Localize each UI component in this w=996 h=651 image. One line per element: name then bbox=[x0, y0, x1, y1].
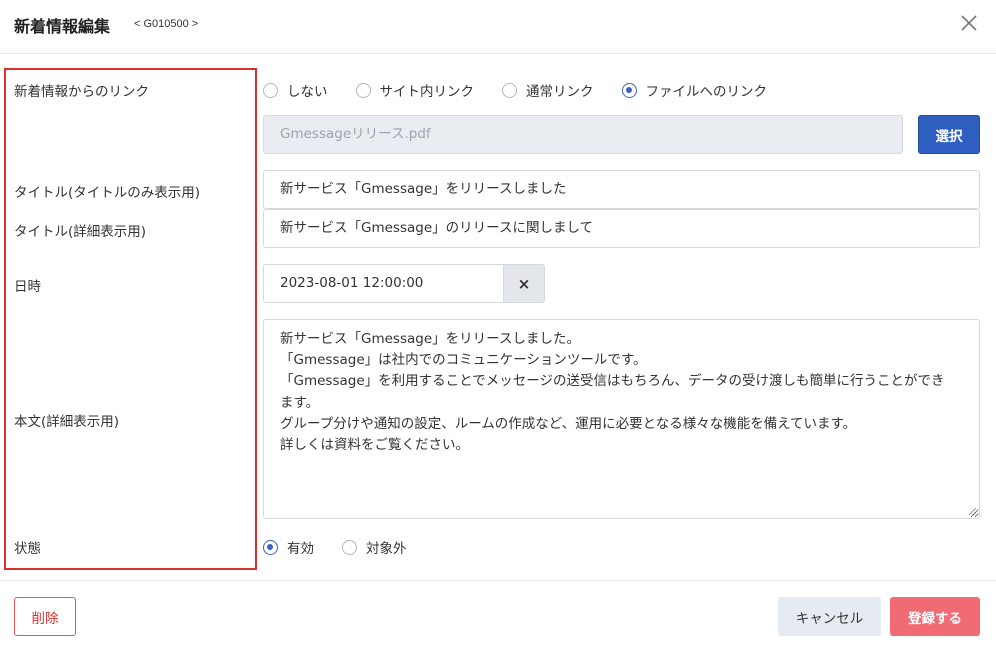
title-only-input[interactable]: 新サービス「Gmessage」をリリースしました bbox=[263, 170, 980, 209]
delete-button[interactable]: 削除 bbox=[14, 597, 76, 636]
body-line: ます。 bbox=[280, 394, 320, 411]
footer-divider bbox=[0, 580, 996, 581]
body-line: グループ分けや通知の設定、ルームの作成など、運用に必要となる様々な機能を備えてい… bbox=[280, 415, 857, 432]
radio-label: サイト内リンク bbox=[379, 84, 475, 100]
radio-label: 通常リンク bbox=[526, 84, 594, 100]
radio-circle bbox=[502, 82, 517, 98]
cancel-button[interactable]: キャンセル bbox=[778, 597, 881, 636]
close-icon[interactable] bbox=[956, 10, 982, 36]
link-option-none[interactable]: しない bbox=[263, 80, 328, 100]
body-line: 「Gmessage」を利用することでメッセージの送受信はもちろん、データの受け渡… bbox=[280, 373, 945, 390]
body-label: 本文(詳細表示用) bbox=[14, 414, 120, 430]
status-option-active[interactable]: 有効 bbox=[263, 537, 314, 557]
screen-code: < G010500 > bbox=[134, 18, 199, 30]
body-line: 詳しくは資料をご覧ください。 bbox=[280, 437, 469, 454]
link-option-file[interactable]: ファイルへのリンク bbox=[621, 80, 768, 100]
datetime-label: 日時 bbox=[14, 279, 41, 295]
datetime-clear-button[interactable]: × bbox=[503, 264, 545, 303]
title-only-label: タイトル(タイトルのみ表示用) bbox=[14, 185, 201, 201]
radio-label: ファイルへのリンク bbox=[645, 84, 768, 100]
radio-label: 対象外 bbox=[366, 541, 407, 557]
status-radio-group: 有効 対象外 bbox=[263, 537, 435, 557]
radio-circle-selected bbox=[263, 539, 278, 555]
link-option-internal[interactable]: サイト内リンク bbox=[355, 80, 475, 100]
dialog-title: 新着情報編集 bbox=[14, 17, 111, 36]
link-type-label: 新着情報からのリンク bbox=[14, 84, 149, 100]
body-textarea[interactable]: 新サービス「Gmessage」をリリースしました。 「Gmessage」は社内で… bbox=[263, 319, 980, 519]
radio-circle-selected bbox=[621, 82, 637, 98]
status-label: 状態 bbox=[14, 541, 41, 557]
link-option-normal[interactable]: 通常リンク bbox=[502, 80, 594, 100]
radio-circle bbox=[263, 82, 278, 98]
link-type-radio-group: しない サイト内リンク 通常リンク ファイルへのリンク bbox=[263, 80, 795, 100]
file-select-button[interactable]: 選択 bbox=[918, 115, 980, 154]
body-line: 新サービス「Gmessage」をリリースしました。 bbox=[280, 331, 580, 347]
close-icon-glyph bbox=[961, 15, 977, 31]
file-name-field: Gmessageリリース.pdf bbox=[263, 115, 903, 154]
dialog-header: 新着情報編集 < G010500 > bbox=[0, 0, 996, 54]
status-option-excluded[interactable]: 対象外 bbox=[342, 537, 407, 557]
title-detail-input[interactable]: 新サービス「Gmessage」のリリースに関しまして bbox=[263, 209, 980, 248]
datetime-input[interactable]: 2023-08-01 12:00:00 bbox=[263, 264, 503, 303]
radio-label: 有効 bbox=[287, 541, 314, 557]
radio-circle bbox=[342, 539, 357, 555]
radio-circle bbox=[355, 82, 371, 98]
body-line: 「Gmessage」は社内でのコミュニケーションツールです。 bbox=[280, 352, 647, 369]
label-column-highlight bbox=[4, 68, 257, 570]
resize-grip-icon[interactable] bbox=[968, 507, 977, 516]
title-detail-label: タイトル(詳細表示用) bbox=[14, 224, 147, 240]
save-button[interactable]: 登録する bbox=[890, 597, 980, 636]
radio-label: しない bbox=[287, 84, 328, 100]
